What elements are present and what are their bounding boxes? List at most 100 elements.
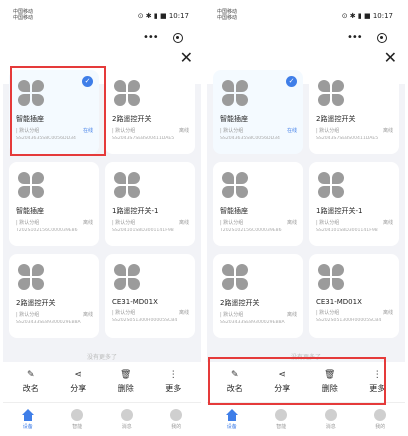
tab-item[interactable]: 消息 xyxy=(110,409,144,430)
tab-icon xyxy=(71,409,84,421)
device-meta: | 默认分组 离线 xyxy=(316,309,393,316)
target-icon[interactable] xyxy=(377,33,387,43)
device-group: | 默认分组 xyxy=(220,312,244,318)
device-name: CE31-MD01X xyxy=(112,298,158,306)
device-name: 智能插座 xyxy=(220,207,248,215)
device-card[interactable]: 2路遥控开关 | 默认分组 离线 SS2043S7SEBS00411DAE5 xyxy=(309,70,399,154)
home-icon xyxy=(225,409,239,421)
device-name: 2路遥控开关 xyxy=(112,115,152,123)
check-icon[interactable]: ✓ xyxy=(286,76,297,87)
status-indicators: ⊙ ✱ ▮ ■ xyxy=(341,12,371,20)
home-icon xyxy=(21,409,35,421)
device-icon xyxy=(222,80,248,106)
device-card[interactable]: CE31-MD01X | 默认分组 离线 SS202S051300H00005SCB4 xyxy=(105,254,195,338)
action-bar: ✎ 改名 ⋖ 分享 🗑 删除 ⋮ 更多 xyxy=(3,362,201,402)
device-icon xyxy=(18,172,44,198)
device-icon xyxy=(318,172,344,198)
action-label: 更多 xyxy=(369,384,386,393)
tab-icon xyxy=(324,409,337,421)
tab-item[interactable]: 消息 xyxy=(314,409,348,430)
device-status: 离线 xyxy=(286,312,297,318)
tab-item[interactable]: 我的 xyxy=(159,409,193,430)
device-status: 离线 xyxy=(82,220,93,226)
no-more-text: 没有更多了 xyxy=(86,354,117,361)
tab-label: 智能 xyxy=(276,424,287,430)
device-group: | 默认分组 xyxy=(16,128,40,134)
device-name: 2路遥控开关 xyxy=(16,299,56,307)
device-icon xyxy=(222,264,248,290)
tab-label: 设备 xyxy=(22,424,33,430)
close-icon[interactable]: ✕ xyxy=(384,50,397,66)
target-icon[interactable] xyxy=(173,33,183,43)
more-horizontal-icon[interactable]: ••• xyxy=(347,33,363,43)
device-status: 在线 xyxy=(82,128,93,134)
device-group: | 默认分组 xyxy=(316,310,340,316)
device-card[interactable]: ✓ 智能插座 | 默认分组 在线 SS2043635S8C0056DD34 xyxy=(213,70,303,154)
device-card[interactable]: ✓ 智能插座 | 默认分组 在线 SS2043635S8C0056DD34 xyxy=(9,70,99,154)
device-grid: ✓ 智能插座 | 默认分组 在线 SS2043635S8C0056DD34 2路遥控开关 |… xyxy=(9,70,195,338)
device-id: SS202S051300H00005SCB4 xyxy=(316,318,382,323)
action-label: 分享 xyxy=(274,384,291,393)
device-id: SS2043635S8C0056DD34 xyxy=(220,136,280,141)
tab-item[interactable]: 设备 xyxy=(215,409,249,430)
action-button[interactable]: ✎ 改名 xyxy=(215,370,255,394)
device-name: 2路遥控开关 xyxy=(316,115,356,123)
device-card[interactable]: 1路遥控开关-1 | 默认分组 离线 SS204101S8D3001141F98 xyxy=(105,162,195,246)
device-card[interactable]: 1路遥控开关-1 | 默认分组 离线 SS204101S8D3001141F98 xyxy=(309,162,399,246)
tab-bar: 设备 智能 消息 我的 xyxy=(207,402,405,436)
more-horizontal-icon[interactable]: ••• xyxy=(143,33,159,43)
tab-label: 我的 xyxy=(171,424,182,430)
device-status: 离线 xyxy=(178,220,189,226)
action-label: 更多 xyxy=(165,384,182,393)
device-card[interactable]: 2路遥控开关 | 默认分组 离线 SS203433SE89300029EB8A xyxy=(213,254,303,338)
device-card[interactable]: 智能插座 | 默认分组 离线 T202S102156C000039E86 xyxy=(213,162,303,246)
action-button[interactable]: ⋮ 更多 xyxy=(357,370,397,394)
device-id: SS2043635S8C0056DD34 xyxy=(16,136,76,141)
tab-item[interactable]: 设备 xyxy=(11,409,45,430)
device-name: 智能插座 xyxy=(16,115,44,123)
device-name: 1路遥控开关-1 xyxy=(316,207,363,215)
tab-label: 我的 xyxy=(375,424,386,430)
more-vertical-icon: ⋮ xyxy=(168,370,178,380)
action-button[interactable]: ✎ 改名 xyxy=(11,370,51,394)
clock: 10:17 xyxy=(168,12,189,20)
action-button[interactable]: 🗑 删除 xyxy=(310,370,350,394)
device-meta: | 默认分组 离线 xyxy=(316,127,393,134)
tab-icon xyxy=(120,409,133,421)
check-icon[interactable]: ✓ xyxy=(82,76,93,87)
device-icon xyxy=(318,80,344,106)
phone-screen-right: 中国移动 中国移动 ⊙ ✱ ▮ ■ 10:17 ••• ✕ ✓ 智能插座 | 默认分… xyxy=(207,0,405,436)
device-id: SS203433SE89300029EB8A xyxy=(220,320,285,325)
tab-label: 智能 xyxy=(72,424,83,430)
device-group: | 默认分组 xyxy=(16,220,40,226)
device-group: | 默认分组 xyxy=(316,128,340,134)
phone-screen-left: 中国移动 中国移动 ⊙ ✱ ▮ ■ 10:17 ••• ✕ ✓ 智能插座 | 默认分… xyxy=(3,0,201,436)
status-right: ⊙ ✱ ▮ ■ 10:17 xyxy=(342,12,393,20)
tab-item[interactable]: 智能 xyxy=(264,409,298,430)
device-status: 离线 xyxy=(82,312,93,318)
device-id: SS2043S7SEBS00411DAE5 xyxy=(112,136,175,141)
status-right: ⊙ ✱ ▮ ■ 10:17 xyxy=(138,12,189,20)
close-icon[interactable]: ✕ xyxy=(180,50,193,66)
device-grid: ✓ 智能插座 | 默认分组 在线 SS2043635S8C0056DD34 2路遥控开关 |… xyxy=(213,70,399,338)
tab-item[interactable]: 智能 xyxy=(60,409,94,430)
action-button[interactable]: ⋖ 分享 xyxy=(262,370,302,394)
device-status: 在线 xyxy=(286,128,297,134)
device-card[interactable]: CE31-MD01X | 默认分组 离线 SS202S051300H00005SCB4 xyxy=(309,254,399,338)
action-button[interactable]: ⋮ 更多 xyxy=(153,370,193,394)
action-button[interactable]: ⋖ 分享 xyxy=(58,370,98,394)
carrier-2: 中国移动 xyxy=(13,15,34,21)
device-meta: | 默认分组 离线 xyxy=(112,309,189,316)
device-card[interactable]: 2路遥控开关 | 默认分组 离线 SS203433SE89300029EB8A xyxy=(9,254,99,338)
tab-label: 消息 xyxy=(325,424,336,430)
device-group: | 默认分组 xyxy=(16,312,40,318)
more-vertical-icon: ⋮ xyxy=(372,370,382,380)
action-button[interactable]: 🗑 删除 xyxy=(106,370,146,394)
device-card[interactable]: 2路遥控开关 | 默认分组 离线 SS2043S7SEBS00411DAE5 xyxy=(105,70,195,154)
device-name: 智能插座 xyxy=(220,115,248,123)
edit-icon: ✎ xyxy=(230,370,239,380)
tab-item[interactable]: 我的 xyxy=(363,409,397,430)
share-icon: ⋖ xyxy=(278,370,287,380)
device-card[interactable]: 智能插座 | 默认分组 离线 T202S102156C000039E86 xyxy=(9,162,99,246)
device-group: | 默认分组 xyxy=(220,128,244,134)
